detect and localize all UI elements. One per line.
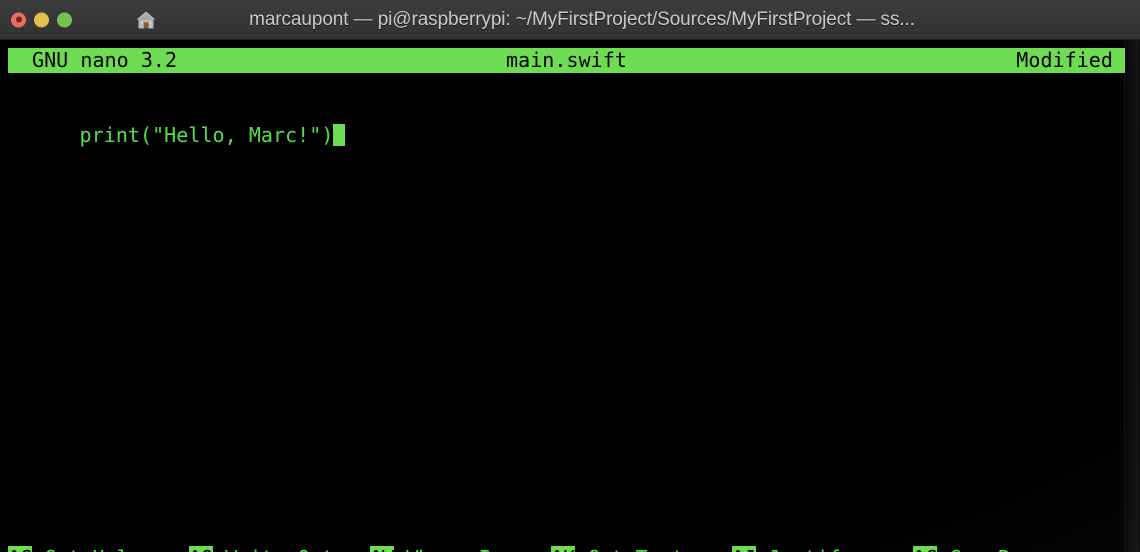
gutter-divider [1124,40,1125,552]
shortcut-key: ^O [189,546,214,552]
shortcut-get-help[interactable]: ^GGet Help [8,546,141,552]
shortcut-label: Justify [756,546,853,552]
shortcut-column-1: ^GGet Help ^XExit [8,496,141,552]
text-cursor [333,124,346,146]
shortcut-write-out[interactable]: ^OWrite Out [189,546,334,552]
shortcut-key: ^C [913,546,938,552]
shortcut-key: ^G [8,546,33,552]
shortcut-where-is[interactable]: ^WWhere Is [370,546,503,552]
shortcut-label: Where Is [394,546,503,552]
shortcut-column-4: ^KCut Text ^UUncut Text [551,496,708,552]
window-titlebar: marcaupont — pi@raspberrypi: ~/MyFirstPr… [0,0,1140,40]
nano-modified-badge: Modified [1016,48,1113,72]
nano-shortcut-bar: ^GGet Help ^XExit ^OWrite Out ^RRead Fil… [0,496,1140,552]
shortcut-key: ^W [370,546,395,552]
nano-status-bar: GNU nano 3.2 main.swift Modified [8,48,1125,73]
shortcut-column-6: ^CCur Pos ^_Go To Line [913,496,1070,552]
shortcut-key: ^K [551,546,576,552]
shortcut-column-3: ^WWhere Is ^\Replace [370,496,503,552]
terminal-body[interactable]: GNU nano 3.2 main.swift Modified print("… [0,40,1140,552]
code-line-1: print("Hello, Marc!") [79,123,334,147]
shortcut-key: ^J [732,546,757,552]
shortcut-justify[interactable]: ^JJustify [732,546,865,552]
shortcut-label: Cur Pos [937,546,1034,552]
shortcut-column-5: ^JJustify ^TTo Spell [732,496,865,552]
shortcut-column-2: ^OWrite Out ^RRead File [189,496,334,552]
shortcut-cur-pos[interactable]: ^CCur Pos [913,546,1070,552]
window-title: marcaupont — pi@raspberrypi: ~/MyFirstPr… [249,8,915,30]
editor-buffer[interactable]: print("Hello, Marc!") [7,98,346,173]
nano-filename-label: main.swift [506,48,627,72]
shortcut-cut-text[interactable]: ^KCut Text [551,546,708,552]
shortcut-label: Get Help [32,546,141,552]
shortcut-label: Write Out [213,546,334,552]
terminal-window: marcaupont — pi@raspberrypi: ~/MyFirstPr… [0,0,1140,552]
terminal-scrollbar-gutter[interactable] [1124,40,1140,552]
shortcut-label: Cut Text [575,546,684,552]
